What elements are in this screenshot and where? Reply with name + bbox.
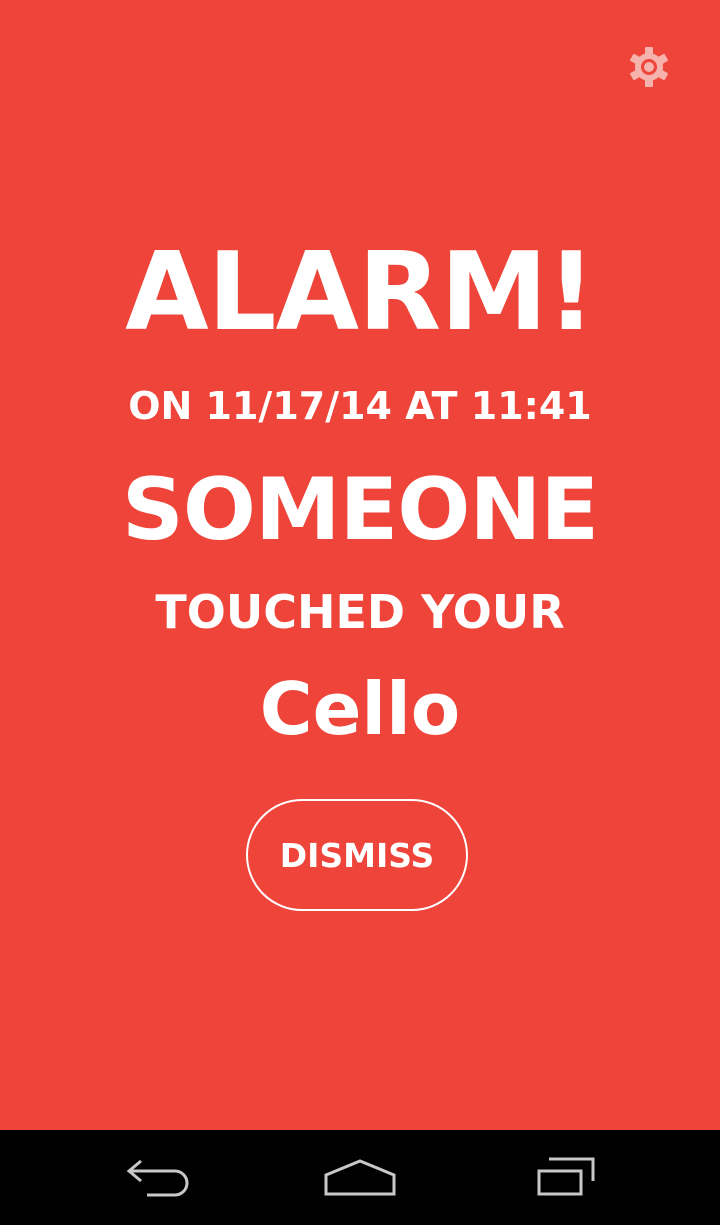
recent-apps-icon [537, 1157, 595, 1196]
alarm-action: TOUCHED YOUR [155, 585, 565, 639]
alarm-screen: ALARM! ON 11/17/14 AT 11:41 SOMEONE TOUC… [0, 0, 720, 1130]
alarm-object: Cello [259, 667, 461, 751]
recent-apps-button[interactable] [517, 1152, 607, 1202]
system-navigation-bar [0, 1130, 720, 1225]
home-icon [324, 1159, 396, 1196]
dismiss-button[interactable]: DISMISS [246, 799, 468, 911]
screen: ALARM! ON 11/17/14 AT 11:41 SOMEONE TOUC… [0, 0, 720, 1225]
gear-icon [630, 47, 668, 87]
alarm-subject: SOMEONE [121, 460, 599, 560]
home-button[interactable] [315, 1152, 405, 1202]
back-button[interactable] [115, 1152, 205, 1202]
alarm-title: ALARM! [125, 230, 596, 355]
back-arrow-icon [126, 1159, 189, 1197]
alarm-datetime: ON 11/17/14 AT 11:41 [128, 384, 592, 428]
settings-button[interactable] [626, 44, 672, 90]
